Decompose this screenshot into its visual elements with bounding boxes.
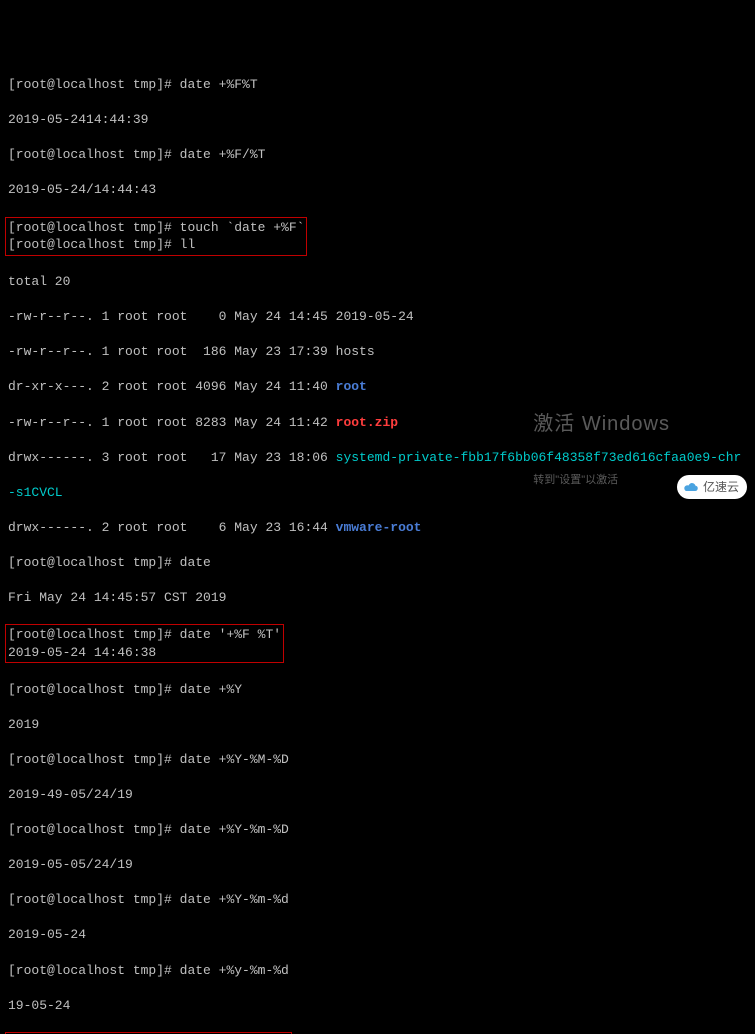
terminal-output: Fri May 24 14:45:57 CST 2019 xyxy=(8,589,747,607)
windows-activation-watermark: 激活 Windows 转到"设置"以激活 xyxy=(533,375,670,505)
terminal-output: 2019-05-05/24/19 xyxy=(8,856,747,874)
terminal-line: [root@localhost tmp]# date +%F%T xyxy=(8,76,747,94)
terminal-output: 2019-49-05/24/19 xyxy=(8,786,747,804)
cloud-icon xyxy=(683,480,699,494)
highlight-box-date-ymd: [root@localhost tmp]# date +%Y-%m-%d 201… xyxy=(5,1032,292,1034)
dir-name: vmware-root xyxy=(336,520,422,535)
terminal-output: 2019 xyxy=(8,716,747,734)
archive-name: root.zip xyxy=(336,415,398,430)
file-entry: -rw-r--r--. 1 root root 0 May 24 14:45 2… xyxy=(8,308,747,326)
logo-text: 亿速云 xyxy=(703,479,739,495)
provider-logo: 亿速云 xyxy=(677,475,747,499)
terminal-output: 19-05-24 xyxy=(8,997,747,1015)
terminal-output: 2019-05-2414:44:39 xyxy=(8,111,747,129)
terminal-line: [root@localhost tmp]# date +%Y xyxy=(8,681,747,699)
file-entry: -rw-r--r--. 1 root root 186 May 23 17:39… xyxy=(8,343,747,361)
terminal-line: [root@localhost tmp]# date xyxy=(8,554,747,572)
terminal-line: [root@localhost tmp]# date +%Y-%m-%D xyxy=(8,821,747,839)
terminal-line: [root@localhost tmp]# date +%y-%m-%d xyxy=(8,962,747,980)
watermark-title: 激活 Windows xyxy=(533,411,670,438)
terminal-line: [root@localhost tmp]# date +%Y-%m-%d xyxy=(8,891,747,909)
terminal-line: [root@localhost tmp]# date +%F/%T xyxy=(8,146,747,164)
highlight-box-date-ft: [root@localhost tmp]# date '+%F %T' 2019… xyxy=(5,624,284,663)
watermark-subtitle: 转到"设置"以激活 xyxy=(533,473,670,488)
terminal-output: 2019-05-24 xyxy=(8,926,747,944)
terminal-output: total 20 xyxy=(8,273,747,291)
file-entry: drwx------. 2 root root 6 May 23 16:44 v… xyxy=(8,519,747,537)
highlight-box-touch: [root@localhost tmp]# touch `date +%F` [… xyxy=(5,217,307,256)
terminal-line: [root@localhost tmp]# date +%Y-%M-%D xyxy=(8,751,747,769)
dir-name: root xyxy=(336,379,367,394)
terminal-output: 2019-05-24/14:44:43 xyxy=(8,181,747,199)
